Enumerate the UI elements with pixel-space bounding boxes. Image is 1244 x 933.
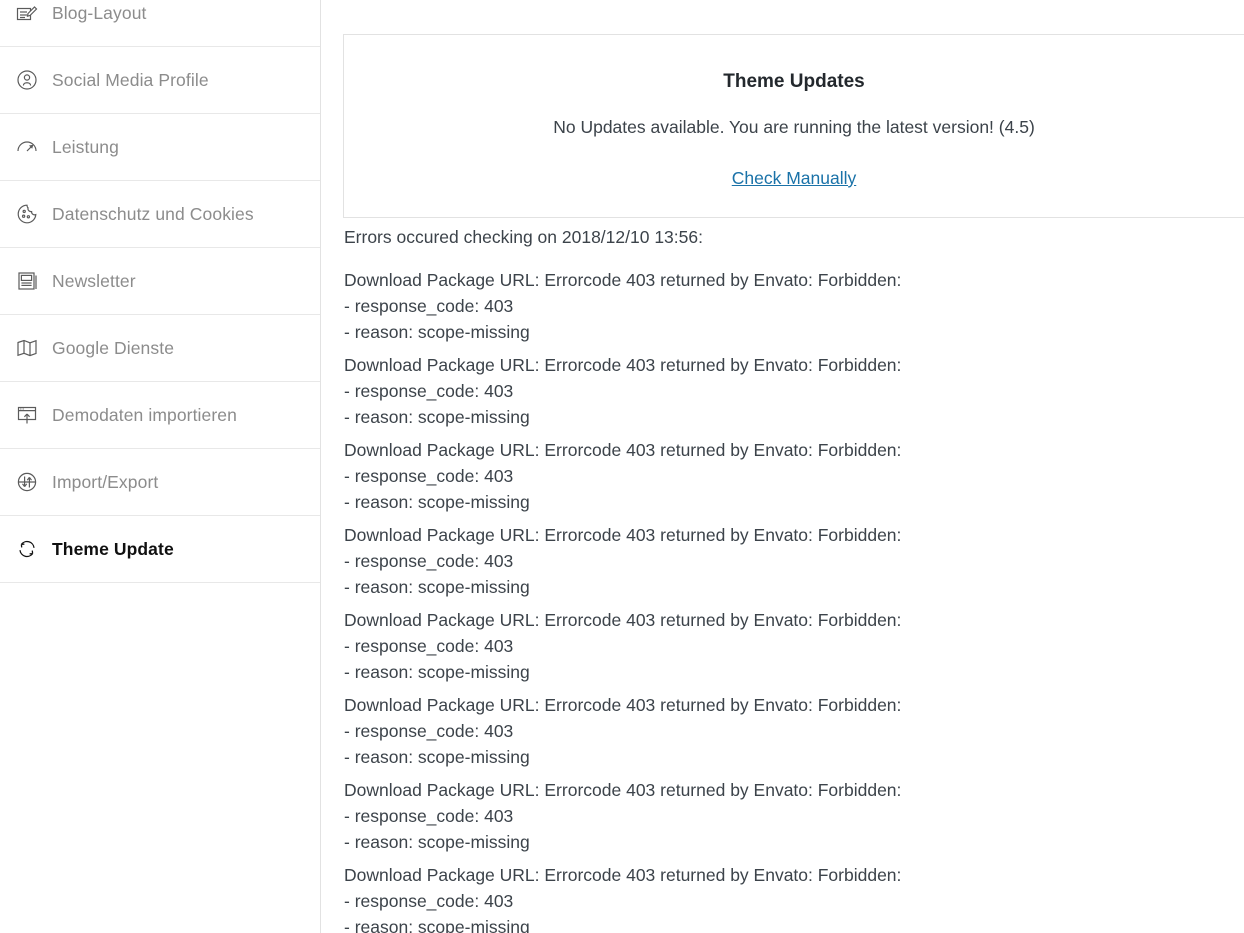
main-content: Theme Updates No Updates available. You … <box>321 0 1244 933</box>
sidebar-item-label: Import/Export <box>52 471 159 492</box>
error-log-blocks: Download Package URL: Errorcode 403 retu… <box>344 267 1224 933</box>
error-log-block: Download Package URL: Errorcode 403 retu… <box>344 352 1224 430</box>
sidebar-item-label: Theme Update <box>52 538 174 559</box>
error-log-line: - reason: scope-missing <box>344 662 530 682</box>
error-log-line: - reason: scope-missing <box>344 492 530 512</box>
sidebar-item-demodaten-importieren[interactable]: Demodaten importieren <box>0 382 320 449</box>
gauge-icon <box>14 134 40 160</box>
page-title: Theme Updates <box>723 71 865 92</box>
update-status-message: No Updates available. You are running th… <box>553 117 1035 137</box>
error-log: Errors occured checking on 2018/12/10 13… <box>344 224 1224 933</box>
settings-sidebar: Blog-Layout Social Media Profile Leistun… <box>0 0 321 933</box>
error-log-block: Download Package URL: Errorcode 403 retu… <box>344 692 1224 770</box>
error-log-block: Download Package URL: Errorcode 403 retu… <box>344 607 1224 685</box>
error-log-line: - response_code: 403 <box>344 721 514 741</box>
error-log-line: Download Package URL: Errorcode 403 retu… <box>344 865 902 885</box>
error-log-line: - response_code: 403 <box>344 891 514 911</box>
error-log-line: Download Package URL: Errorcode 403 retu… <box>344 695 902 715</box>
error-log-line: Download Package URL: Errorcode 403 retu… <box>344 610 902 630</box>
page-root: Blog-Layout Social Media Profile Leistun… <box>0 0 1244 933</box>
error-log-heading: Errors occured checking on 2018/12/10 13… <box>344 227 703 247</box>
error-log-block: Download Package URL: Errorcode 403 retu… <box>344 777 1224 855</box>
sidebar-item-label: Demodaten importieren <box>52 404 237 425</box>
error-log-line: Download Package URL: Errorcode 403 retu… <box>344 780 902 800</box>
sidebar-item-datenschutz-und-cookies[interactable]: Datenschutz und Cookies <box>0 181 320 248</box>
error-log-block: Download Package URL: Errorcode 403 retu… <box>344 522 1224 600</box>
refresh-icon <box>14 536 40 562</box>
error-log-block: Download Package URL: Errorcode 403 retu… <box>344 437 1224 515</box>
error-log-line: - reason: scope-missing <box>344 322 530 342</box>
sidebar-item-social-media-profile[interactable]: Social Media Profile <box>0 47 320 114</box>
error-log-line: Download Package URL: Errorcode 403 retu… <box>344 355 902 375</box>
sidebar-item-google-dienste[interactable]: Google Dienste <box>0 315 320 382</box>
error-log-line: Download Package URL: Errorcode 403 retu… <box>344 525 902 545</box>
error-log-line: - response_code: 403 <box>344 296 514 316</box>
theme-updates-panel: Theme Updates No Updates available. You … <box>343 34 1244 218</box>
error-log-line: - response_code: 403 <box>344 381 514 401</box>
sidebar-item-label: Blog-Layout <box>52 3 147 23</box>
cookie-icon <box>14 201 40 227</box>
sidebar-item-label: Leistung <box>52 136 119 157</box>
blog-layout-icon <box>14 2 40 28</box>
sidebar-item-leistung[interactable]: Leistung <box>0 114 320 181</box>
check-manually-link[interactable]: Check Manually <box>732 168 857 188</box>
sidebar-item-label: Datenschutz und Cookies <box>52 203 254 224</box>
error-log-block: Download Package URL: Errorcode 403 retu… <box>344 862 1224 933</box>
sidebar-empty-area <box>0 583 320 933</box>
error-log-line: - reason: scope-missing <box>344 577 530 597</box>
error-log-line: - response_code: 403 <box>344 551 514 571</box>
error-log-line: - response_code: 403 <box>344 466 514 486</box>
sidebar-item-theme-update[interactable]: Theme Update <box>0 516 320 583</box>
sidebar-item-newsletter[interactable]: Newsletter <box>0 248 320 315</box>
sidebar-item-label: Newsletter <box>52 270 136 291</box>
error-log-line: Download Package URL: Errorcode 403 retu… <box>344 270 902 290</box>
sidebar-item-import-export[interactable]: Import/Export <box>0 449 320 516</box>
error-log-line: - reason: scope-missing <box>344 917 530 933</box>
import-export-icon <box>14 469 40 495</box>
sidebar-item-label: Google Dienste <box>52 337 175 358</box>
sidebar-item-blog-layout[interactable]: Blog-Layout <box>0 0 320 47</box>
error-log-line: - reason: scope-missing <box>344 407 530 427</box>
check-manually-wrapper: Check Manually <box>326 138 1244 189</box>
error-log-line: Download Package URL: Errorcode 403 retu… <box>344 440 902 460</box>
newsletter-icon <box>14 268 40 294</box>
error-log-block: Download Package URL: Errorcode 403 retu… <box>344 267 1224 345</box>
error-log-line: - reason: scope-missing <box>344 832 530 852</box>
error-log-line: - response_code: 403 <box>344 806 514 826</box>
user-circle-icon <box>14 67 40 93</box>
map-icon <box>14 335 40 361</box>
error-log-line: - response_code: 403 <box>344 636 514 656</box>
window-import-icon <box>14 402 40 428</box>
sidebar-item-label: Social Media Profile <box>52 69 209 90</box>
error-log-line: - reason: scope-missing <box>344 747 530 767</box>
